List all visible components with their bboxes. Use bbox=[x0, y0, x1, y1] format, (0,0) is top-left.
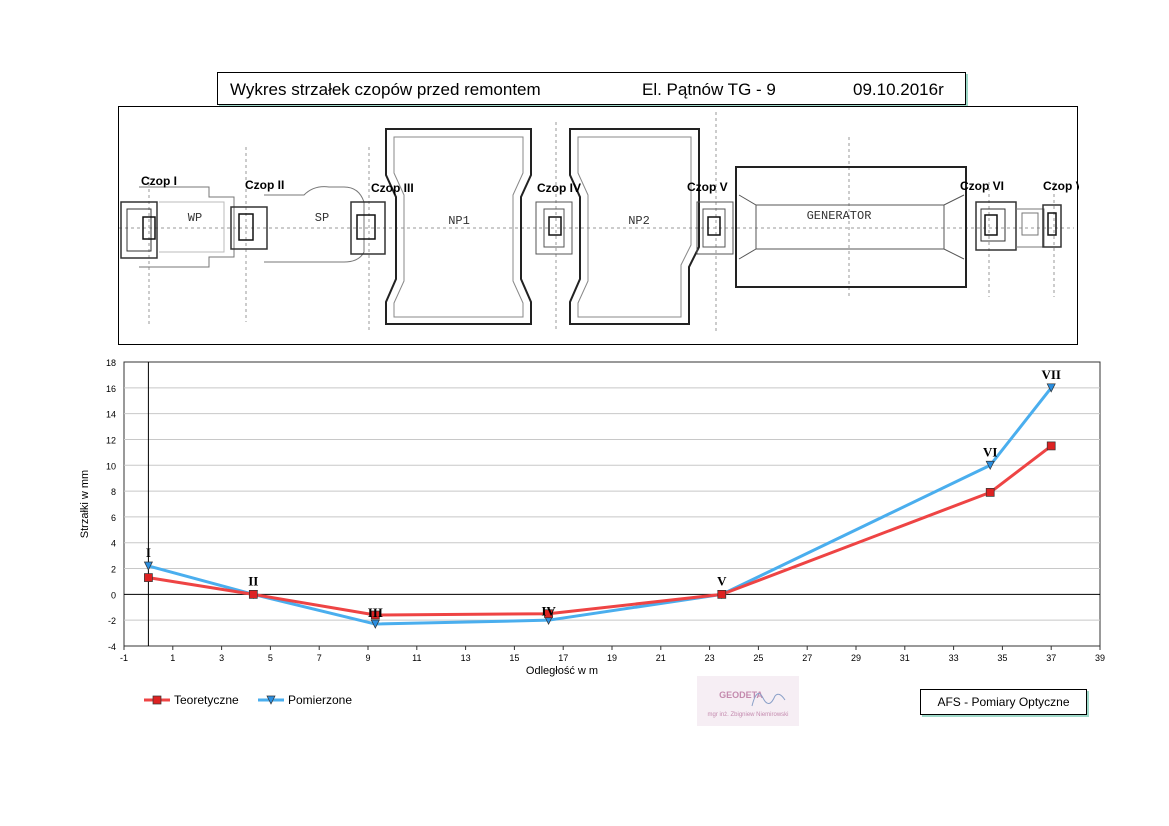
y-tick-label: 6 bbox=[111, 513, 116, 523]
data-point-teoretyczne bbox=[985, 488, 995, 497]
y-tick-label: 2 bbox=[111, 565, 116, 575]
data-point-teoretyczne bbox=[1046, 441, 1056, 451]
y-tick-label: -2 bbox=[108, 616, 116, 626]
journal-label-5: Czop V bbox=[687, 180, 728, 194]
stamp-graphic: GEODETA mgr inż. Zbigniew Niemirowski bbox=[697, 676, 799, 726]
x-tick-label: 15 bbox=[509, 653, 519, 663]
x-tick-label: 19 bbox=[607, 653, 617, 663]
deflection-chart: -4-2024681012141618-1 1 3 5 7 9 11 13 15 17 19 21 23… bbox=[79, 358, 1105, 677]
section-np2-label: NP2 bbox=[628, 214, 650, 228]
y-tick-label: 0 bbox=[111, 590, 116, 600]
y-tick-label: 10 bbox=[106, 461, 116, 471]
x-tick-label: 5 bbox=[268, 653, 273, 663]
x-tick-label: 11 bbox=[412, 653, 421, 663]
y-tick-label: 8 bbox=[111, 487, 116, 497]
journal-label-1: Czop I bbox=[141, 174, 177, 188]
legend-item-teoretyczne: Teoretyczne bbox=[144, 693, 239, 707]
x-tick-label: 29 bbox=[851, 653, 861, 663]
point-label: V bbox=[717, 573, 727, 588]
x-tick-label: 23 bbox=[705, 653, 715, 663]
data-point-teoretyczne bbox=[717, 590, 727, 599]
journal-label-7: Czop VII bbox=[1043, 179, 1079, 193]
legend-item-pomierzone: Pomierzone bbox=[258, 693, 352, 707]
y-tick-label: 18 bbox=[106, 358, 116, 368]
turbine-diagram: WP SP NP1 NP2 GENERATOR Czop I Czop II C… bbox=[118, 106, 1079, 345]
journal-label-2: Czop II bbox=[245, 178, 284, 192]
y-axis-label: Strzałki w mm bbox=[79, 470, 91, 538]
point-label: VII bbox=[1041, 367, 1061, 382]
x-tick-label: 3 bbox=[219, 653, 224, 663]
y-tick-label: 4 bbox=[111, 539, 116, 549]
section-generator-label: GENERATOR bbox=[807, 209, 872, 223]
point-label: III bbox=[368, 605, 383, 620]
point-label: II bbox=[248, 573, 258, 588]
stamp-name: mgr inż. Zbigniew Niemirowski bbox=[707, 712, 788, 718]
point-label: VI bbox=[983, 444, 997, 459]
x-tick-label: 21 bbox=[656, 653, 666, 663]
x-tick-label: 31 bbox=[900, 653, 910, 663]
y-tick-label: 16 bbox=[106, 384, 116, 394]
legend-marker-triangle bbox=[258, 695, 284, 705]
surveyor-stamp: GEODETA mgr inż. Zbigniew Niemirowski bbox=[697, 676, 799, 726]
machine-label: El. Pątnów TG - 9 bbox=[642, 80, 776, 99]
chart-grid bbox=[123, 361, 1101, 647]
x-tick-label: 13 bbox=[461, 653, 471, 663]
x-tick-label: 37 bbox=[1046, 653, 1056, 663]
turbine-drawing: WP SP NP1 NP2 GENERATOR Czop I Czop II C… bbox=[119, 112, 1079, 332]
date-label: 09.10.2016r bbox=[853, 80, 944, 99]
y-tick-label: 12 bbox=[106, 435, 116, 445]
journal-label-3: Czop III bbox=[371, 181, 414, 195]
legend-label-teoretyczne: Teoretyczne bbox=[174, 693, 239, 707]
journal-label-4: Czop IV bbox=[537, 181, 581, 195]
x-tick-label: 1 bbox=[170, 653, 175, 663]
data-point-teoretyczne bbox=[144, 573, 153, 582]
data-point-teoretyczne bbox=[248, 590, 258, 599]
section-sp-label: SP bbox=[315, 211, 329, 225]
point-label: I bbox=[146, 545, 151, 560]
legend-marker-square bbox=[144, 695, 170, 705]
x-tick-label: 7 bbox=[317, 653, 322, 663]
x-tick-label: 17 bbox=[558, 653, 568, 663]
legend-label-pomierzone: Pomierzone bbox=[288, 693, 353, 707]
company-box: AFS - Pomiary Optyczne bbox=[920, 689, 1087, 715]
x-tick-label: 25 bbox=[753, 653, 763, 663]
x-axis-label: Odległość w m bbox=[526, 665, 598, 677]
journal-label-6: Czop VI bbox=[960, 179, 1004, 193]
y-tick-label: -4 bbox=[108, 642, 116, 652]
section-wp-label: WP bbox=[188, 211, 202, 225]
plot-frame bbox=[123, 361, 1101, 647]
x-tick-label: -1 bbox=[120, 653, 128, 663]
x-tick-label: 39 bbox=[1095, 653, 1105, 663]
x-tick-label: 27 bbox=[802, 653, 812, 663]
chart-title: Wykres strzałek czopów przed remontem bbox=[230, 80, 541, 99]
chart-title-box: Wykres strzałek czopów przed remontem El… bbox=[217, 72, 966, 105]
y-tick-label: 14 bbox=[106, 410, 116, 420]
x-tick-label: 9 bbox=[365, 653, 370, 663]
section-np1-label: NP1 bbox=[448, 214, 470, 228]
x-tick-label: 33 bbox=[949, 653, 959, 663]
point-label: IV bbox=[541, 604, 556, 619]
x-tick-label: 35 bbox=[997, 653, 1007, 663]
